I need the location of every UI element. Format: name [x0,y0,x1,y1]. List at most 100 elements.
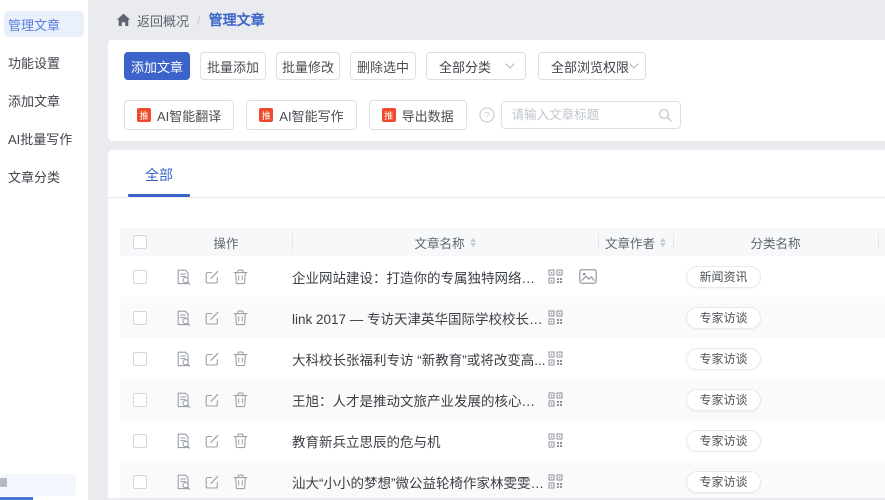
add-article-button[interactable]: 添加文章 [124,52,190,80]
sidebar-item-label: 功能设置 [8,53,60,72]
permission-filter-value: 全部浏览权限 [551,57,629,76]
table-row: 王旭：人才是推动文旅产业发展的核心动力 专家访谈 [120,379,885,420]
row-checkbox[interactable] [133,311,147,325]
ai-translate-button[interactable]: 推 AI智能翻译 [124,100,234,130]
row-checkbox[interactable] [133,352,147,366]
tab-all[interactable]: 全部 [128,165,190,197]
column-header-category: 分类名称 [673,228,878,256]
toolbar: 添加文章 批量添加 批量修改 删除选中 全部分类 全部浏览权限 推 AI智能翻译 [108,40,885,141]
table-row: 企业网站建设：打造你的专属独特网络空间 新闻资讯 [120,256,885,297]
delete-article-icon[interactable] [233,269,248,285]
ai-write-button[interactable]: 推 AI智能写作 [246,100,356,130]
export-data-button[interactable]: 推 导出数据 [369,100,467,130]
sidebar-item-label: 文章分类 [8,167,60,186]
sort-icon[interactable] [660,238,666,247]
article-title[interactable]: 汕大“小小的梦想”微公益轮椅作家林雯雯作... [292,472,548,492]
image-icon[interactable] [579,269,597,284]
category-badge[interactable]: 专家访谈 [686,430,760,452]
article-table-card: 全部 操作 文章名称 文章作者 分类名称 [108,150,885,498]
article-author [598,256,673,297]
delete-article-icon[interactable] [233,392,248,408]
edit-article-icon[interactable] [204,269,220,285]
search-icon[interactable] [658,108,672,122]
row-checkbox[interactable] [133,475,147,489]
chevron-down-icon [505,63,515,69]
preview-article-icon[interactable] [176,310,191,326]
ai-translate-label: AI智能翻译 [157,106,221,125]
table-header: 操作 文章名称 文章作者 分类名称 [120,228,885,256]
sidebar-item[interactable]: 管理文章 [4,11,84,37]
edit-article-icon[interactable] [204,310,220,326]
chevron-down-icon [629,63,639,69]
sidebar-item[interactable]: AI批量写作 [4,125,84,151]
qrcode-icon[interactable] [548,392,563,407]
sort-icon[interactable] [470,238,476,247]
select-all-checkbox[interactable] [133,235,147,249]
preview-article-icon[interactable] [176,269,191,285]
home-icon[interactable] [116,13,131,27]
article-author [598,338,673,379]
category-filter-dropdown[interactable]: 全部分类 [426,52,526,80]
column-header-overflow [878,228,885,256]
article-title[interactable]: 企业网站建设：打造你的专属独特网络空间 [292,267,548,287]
category-badge[interactable]: 专家访谈 [686,389,760,411]
ai-write-label: AI智能写作 [279,106,343,125]
edit-article-icon[interactable] [204,351,220,367]
sidebar-item[interactable]: 文章分类 [4,163,84,189]
row-checkbox[interactable] [133,270,147,284]
article-author [598,420,673,461]
sidebar-item[interactable]: 功能设置 [4,49,84,75]
batch-edit-button[interactable]: 批量修改 [276,52,340,80]
column-header-author[interactable]: 文章作者 [598,228,673,256]
batch-add-button[interactable]: 批量添加 [200,52,266,80]
delete-article-icon[interactable] [233,474,248,490]
edit-article-icon[interactable] [204,392,220,408]
export-data-label: 导出数据 [402,106,454,125]
category-badge[interactable]: 专家访谈 [686,307,760,329]
qrcode-icon[interactable] [548,433,563,448]
breadcrumb: 返回概况 / 管理文章 [108,0,885,40]
sidebar-partial-icon [0,478,7,487]
article-table: 操作 文章名称 文章作者 分类名称 [120,228,885,498]
article-title[interactable]: 大科校长张福利专访 “新教育”或将改变高... [292,349,548,369]
qrcode-icon[interactable] [548,351,563,366]
preview-article-icon[interactable] [176,474,191,490]
category-badge[interactable]: 新闻资讯 [686,266,760,288]
permission-filter-dropdown[interactable]: 全部浏览权限 [538,52,646,80]
qrcode-icon[interactable] [548,269,563,284]
article-title[interactable]: link 2017 — 专访天津英华国际学校校长林向... [292,308,548,328]
article-title[interactable]: 王旭：人才是推动文旅产业发展的核心动力 [292,390,548,410]
category-badge[interactable]: 专家访谈 [686,348,760,370]
sidebar-item[interactable]: 添加文章 [4,87,84,113]
tab-active-underline [128,194,190,197]
edit-article-icon[interactable] [204,433,220,449]
qrcode-icon[interactable] [548,310,563,325]
article-author [598,297,673,338]
qrcode-icon[interactable] [548,474,563,489]
row-checkbox[interactable] [133,393,147,407]
table-row: link 2017 — 专访天津英华国际学校校长林向... 专家访谈 [120,297,885,338]
promo-badge: 推 [382,108,396,122]
article-title[interactable]: 教育新兵立思辰的危与机 [292,431,548,451]
help-icon[interactable]: ? [479,107,495,123]
delete-selected-button[interactable]: 删除选中 [350,52,416,80]
sidebar-partial-item [0,474,76,496]
delete-article-icon[interactable] [233,433,248,449]
sidebar-item-label: AI批量写作 [8,129,72,148]
main-content: 返回概况 / 管理文章 添加文章 批量添加 批量修改 删除选中 全部分类 全部浏… [108,0,885,500]
edit-article-icon[interactable] [204,474,220,490]
preview-article-icon[interactable] [176,433,191,449]
sidebar-item-label: 添加文章 [8,91,60,110]
preview-article-icon[interactable] [176,392,191,408]
sidebar-item-label: 管理文章 [8,15,60,34]
delete-article-icon[interactable] [233,351,248,367]
preview-article-icon[interactable] [176,351,191,367]
column-header-title[interactable]: 文章名称 [292,228,598,256]
table-row: 教育新兵立思辰的危与机 专家访谈 [120,420,885,461]
delete-article-icon[interactable] [233,310,248,326]
breadcrumb-back-link[interactable]: 返回概况 [137,11,189,30]
article-search-input[interactable] [512,108,658,122]
breadcrumb-separator: / [197,13,201,28]
category-badge[interactable]: 专家访谈 [686,471,760,493]
row-checkbox[interactable] [133,434,147,448]
